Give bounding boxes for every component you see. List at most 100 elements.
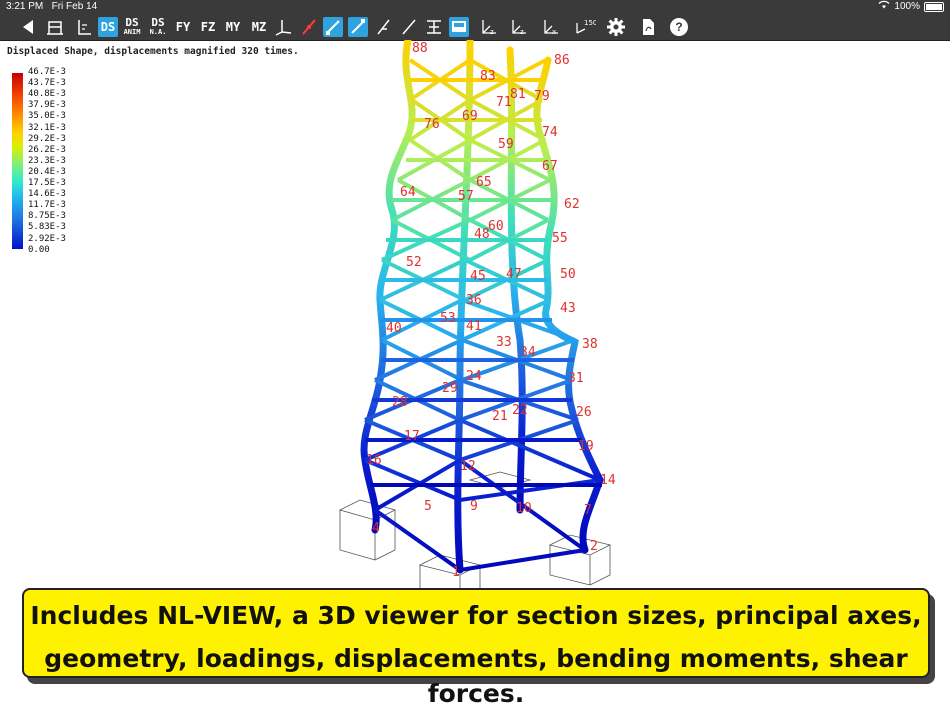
node-label: 40 xyxy=(386,321,402,336)
node-label: 31 xyxy=(568,371,584,386)
line-icon[interactable] xyxy=(399,17,419,37)
node-label: 81 xyxy=(510,87,526,102)
tower-3d-view[interactable]: 8679746762555043383126191472887664524028… xyxy=(320,40,640,590)
status-battery: 100% xyxy=(878,0,944,14)
node-label: 67 xyxy=(542,159,558,174)
node-label: 50 xyxy=(560,267,576,282)
feature-banner: Includes NL-VIEW, a 3D viewer for sectio… xyxy=(22,588,930,708)
member-active-icon[interactable] xyxy=(348,17,368,37)
rotate-label: 150 xyxy=(584,19,596,27)
legend-value: 32.1E-3 xyxy=(28,122,66,133)
node-label: 55 xyxy=(552,231,568,246)
fz-button[interactable]: FZ xyxy=(198,17,218,37)
frame-icon[interactable] xyxy=(45,17,65,37)
display-active-icon[interactable] xyxy=(449,17,469,37)
mz-label: MZ xyxy=(251,20,267,34)
node-label: 21 xyxy=(492,409,508,424)
node-label: 69 xyxy=(462,109,478,124)
node-label: 7 xyxy=(584,503,592,518)
node-label: 52 xyxy=(406,255,422,270)
slope-icon[interactable] xyxy=(374,17,394,37)
legend-color-bar xyxy=(12,73,23,249)
node-label: 41 xyxy=(466,319,482,334)
node-label: 26 xyxy=(576,405,592,420)
node-label: 33 xyxy=(496,335,512,350)
node-label: 86 xyxy=(554,53,570,68)
node-label: 65 xyxy=(476,175,492,190)
legend-value: 20.4E-3 xyxy=(28,166,66,177)
date-text: Fri Feb 14 xyxy=(51,1,98,12)
legend-value: 29.2E-3 xyxy=(28,133,66,144)
node-label: 76 xyxy=(424,117,440,132)
status-time: 3:21 PM Fri Feb 14 xyxy=(6,0,97,14)
ds-anim-stack: DS ANIM xyxy=(122,17,142,36)
node-label: 5 xyxy=(424,499,432,514)
axis-triad-icon[interactable] xyxy=(273,17,293,37)
node-label: 36 xyxy=(466,293,482,308)
legend-value: 17.5E-3 xyxy=(28,178,66,188)
ds-button[interactable]: DS xyxy=(98,17,118,37)
node-label: 12 xyxy=(460,459,476,474)
node-label: 34 xyxy=(520,345,536,360)
local-x-icon[interactable]: x xyxy=(540,17,562,37)
node-label: 19 xyxy=(578,439,594,454)
node-label: 60 xyxy=(488,219,504,234)
node-label: 16 xyxy=(366,453,382,468)
local-yz-icon[interactable]: z xyxy=(478,17,500,37)
ds-anim-label: DS xyxy=(125,16,139,29)
local-xz-icon[interactable]: z xyxy=(508,17,530,37)
node-label: 22 xyxy=(512,403,528,418)
ds-na-label: DS xyxy=(151,16,165,29)
my-button[interactable]: MY xyxy=(223,17,243,37)
legend-value: 43.7E-3 xyxy=(28,78,66,89)
back-triangle-icon[interactable] xyxy=(18,17,38,37)
ds-anim-sub: ANIM xyxy=(123,28,141,36)
member-icon[interactable] xyxy=(323,17,343,37)
mz-button[interactable]: MZ xyxy=(249,17,269,37)
node-label: 14 xyxy=(600,473,616,488)
svg-text:z: z xyxy=(520,28,524,36)
legend-value: 35.0E-3 xyxy=(28,111,66,122)
node-label: 83 xyxy=(480,69,496,84)
node-label: 64 xyxy=(400,185,416,200)
node-label: 47 xyxy=(506,267,522,282)
battery-percent: 100% xyxy=(894,1,920,12)
legend-value: 11.7E-3 xyxy=(28,200,66,211)
legend-value: 8.75E-3 xyxy=(28,211,66,222)
ds-anim-button[interactable]: DS ANIM xyxy=(122,17,142,37)
fy-button[interactable]: FY xyxy=(173,17,193,37)
support-boxes xyxy=(338,471,612,590)
node-label: 4 xyxy=(372,521,380,536)
legend-value: 37.9E-3 xyxy=(28,100,66,111)
legend-value: 46.7E-3 xyxy=(28,67,66,77)
node-label: 45 xyxy=(470,269,486,284)
ds-na-stack: DS N.A. xyxy=(148,17,168,36)
red-line-icon[interactable] xyxy=(299,17,319,37)
node-label: 74 xyxy=(542,125,558,140)
toolbar: DS DSANIM DSN.A. FY FZ MY MZ z z x 150 xyxy=(0,14,950,41)
fy-label: FY xyxy=(175,20,191,34)
node-label: 88 xyxy=(412,41,428,56)
fz-label: FZ xyxy=(200,20,216,34)
node-label: 43 xyxy=(560,301,576,316)
legend-value: 2.92E-3 xyxy=(28,233,66,244)
section-icon[interactable] xyxy=(424,17,444,37)
gear-icon[interactable] xyxy=(606,17,626,37)
legend-value: 14.6E-3 xyxy=(28,189,66,200)
help-icon[interactable]: ? xyxy=(670,17,690,37)
ds-na-button[interactable]: DS N.A. xyxy=(148,17,168,37)
node-label: 79 xyxy=(534,89,550,104)
ds-label: DS xyxy=(100,20,116,34)
axes-icon[interactable] xyxy=(73,17,93,37)
banner-line-2: geometry, loadings, displacements, bendi… xyxy=(44,644,908,708)
rotate-150-icon[interactable]: 150 xyxy=(572,17,596,37)
svg-text:z: z xyxy=(490,28,494,36)
node-label: 29 xyxy=(442,381,458,396)
ds-na-sub: N.A. xyxy=(149,28,167,36)
node-label: 24 xyxy=(466,369,482,384)
wifi-icon xyxy=(878,0,890,14)
viewer-caption: Displaced Shape, displacements magnified… xyxy=(7,46,299,57)
node-label: 17 xyxy=(404,429,420,444)
time-text: 3:21 PM xyxy=(6,1,44,12)
pdf-icon[interactable] xyxy=(638,17,658,37)
